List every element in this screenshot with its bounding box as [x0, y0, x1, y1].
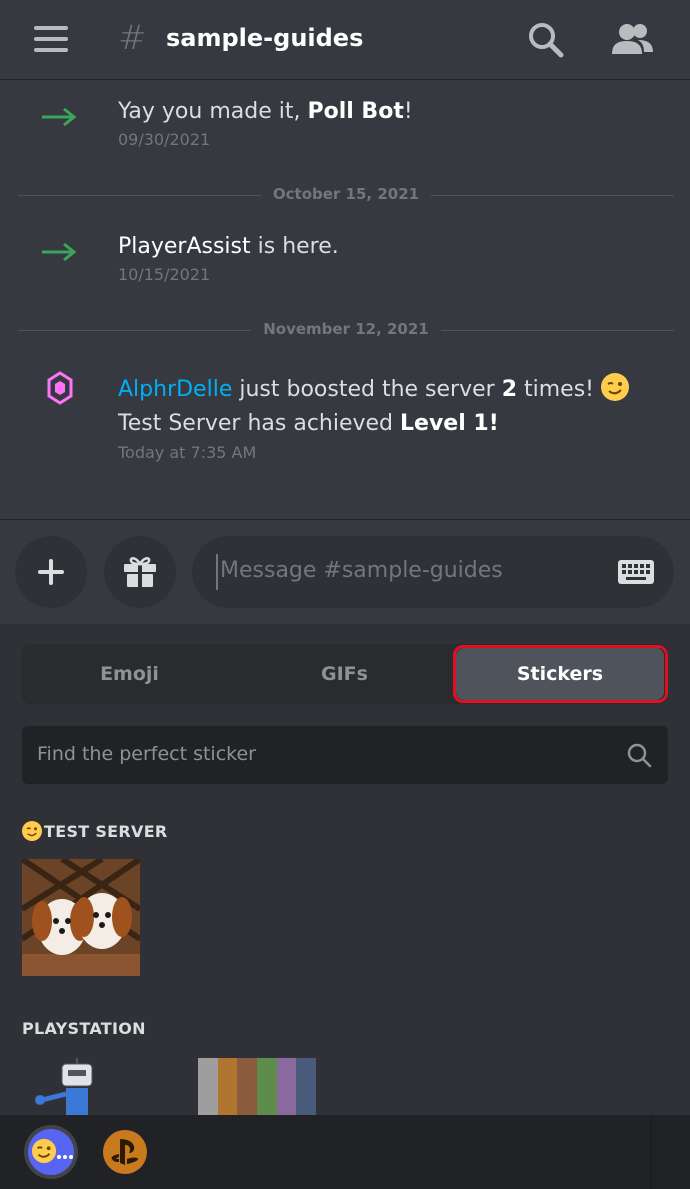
section-title-playstation: PLAYSTATION	[22, 1019, 146, 1038]
playstation-logo-icon	[103, 1130, 147, 1174]
tab-gifs[interactable]: GIFs	[237, 644, 452, 704]
gift-icon	[124, 557, 156, 587]
sticker-category-bar	[0, 1115, 690, 1189]
join-arrow-icon	[42, 242, 77, 262]
tab-emoji[interactable]: Emoji	[22, 644, 237, 704]
timestamp: 10/15/2021	[118, 265, 211, 284]
wink-emoji-icon	[22, 821, 42, 841]
channel-title: sample-guides	[166, 24, 364, 52]
boost-gem-icon	[47, 371, 73, 405]
sticker-color-bars[interactable]	[198, 1058, 316, 1115]
join-arrow-icon	[42, 107, 77, 127]
keyboard-icon[interactable]	[618, 560, 654, 584]
message-list: Yay you made it, Poll Bot! 09/30/2021 Oc…	[0, 81, 690, 518]
timestamp: Today at 7:35 AM	[118, 443, 257, 462]
message-input[interactable]: Message #sample-guides	[192, 536, 674, 608]
wink-emoji-icon	[31, 1138, 57, 1164]
ellipsis-icon	[57, 1155, 73, 1159]
tab-stickers[interactable]: Stickers	[452, 644, 668, 704]
channel-header: # sample-guides	[0, 0, 690, 80]
wink-emoji-icon	[600, 373, 629, 401]
menu-icon[interactable]	[34, 26, 68, 52]
sticker-puppies[interactable]	[22, 859, 140, 976]
gift-button[interactable]	[104, 536, 176, 608]
add-attachment-button[interactable]	[15, 536, 87, 608]
members-icon[interactable]	[610, 20, 654, 60]
date-divider: November 12, 2021	[18, 320, 674, 340]
search-icon[interactable]	[524, 20, 568, 60]
sticker-search-input[interactable]: Find the perfect sticker	[22, 726, 668, 784]
sticker-robot[interactable]	[22, 1058, 132, 1115]
username[interactable]: Poll Bot	[307, 99, 403, 124]
category-playstation[interactable]	[98, 1125, 152, 1179]
message-composer: Message #sample-guides	[0, 519, 690, 623]
hash-icon: #	[118, 18, 147, 58]
picker-tabs: Emoji GIFs Stickers	[22, 644, 668, 704]
search-icon	[627, 743, 652, 768]
username[interactable]: PlayerAssist	[118, 234, 251, 259]
category-test-server[interactable]	[24, 1125, 78, 1179]
section-title-test-server: TEST SERVER	[22, 821, 168, 841]
date-divider: October 15, 2021	[18, 185, 674, 205]
timestamp: 09/30/2021	[118, 130, 211, 149]
username[interactable]: AlphrDelle	[118, 377, 232, 402]
sticker-picker: Emoji GIFs Stickers Find the perfect sti…	[0, 624, 690, 1115]
